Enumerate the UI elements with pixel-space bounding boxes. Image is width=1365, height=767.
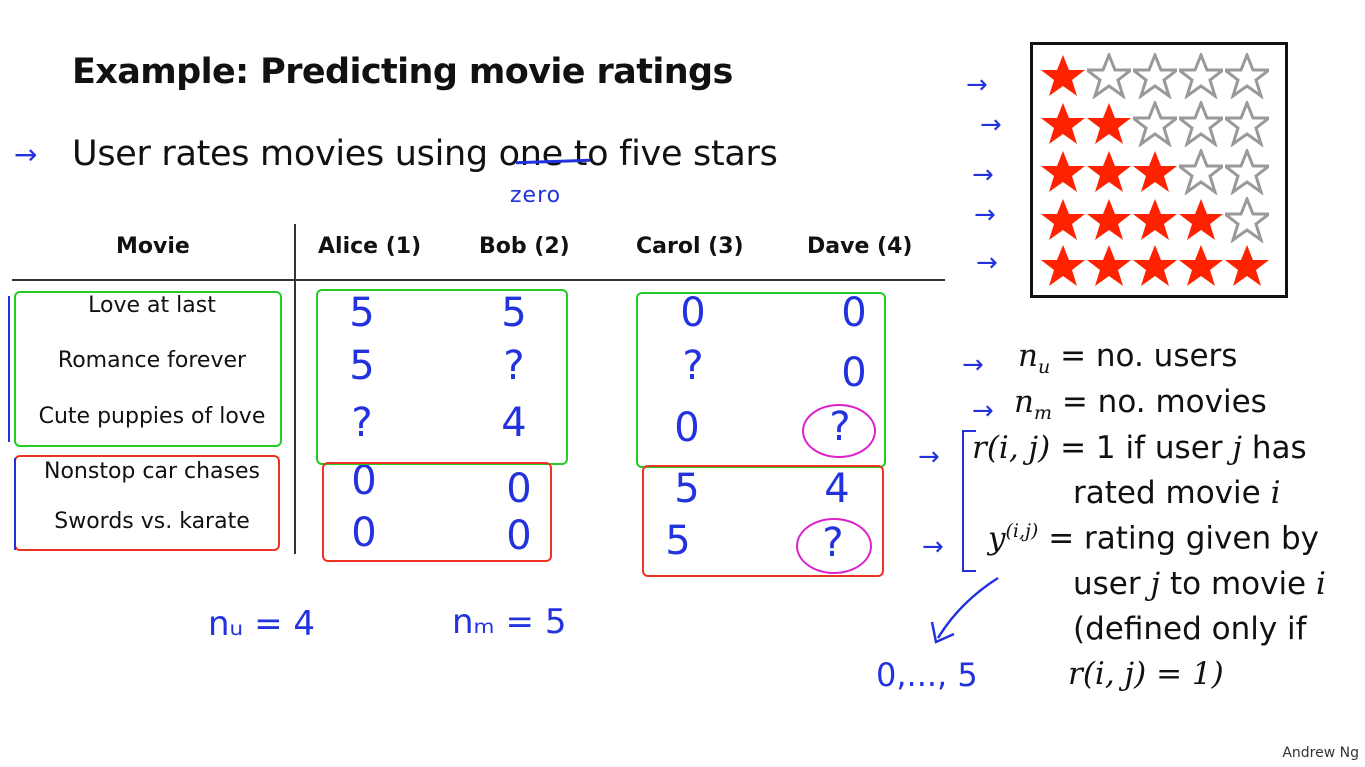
sym-sup-ij: (i,j)	[1005, 520, 1039, 542]
curved-arrow-icon	[930, 576, 999, 644]
star-filled-icon	[1041, 245, 1085, 286]
sym-i: i	[1316, 566, 1326, 602]
star-row	[1041, 149, 1269, 195]
star-outline-icon	[1133, 53, 1177, 99]
arrow-right-icon: →	[966, 70, 988, 100]
def-text: has	[1242, 430, 1307, 466]
star-filled-icon	[1087, 103, 1131, 144]
def-text: rated movie	[1073, 475, 1271, 511]
star-filled-icon	[1041, 151, 1085, 192]
star-outline-icon	[1225, 197, 1269, 243]
def-text: user	[1073, 566, 1151, 602]
star-outline-icon	[1225, 149, 1269, 195]
star-outline-icon	[1225, 101, 1269, 147]
bullet-struck: one	[498, 134, 564, 174]
def-y: y(i,j) = rating given by	[988, 520, 1319, 556]
sym-i: i	[1270, 475, 1281, 511]
arrow-right-icon: →	[922, 532, 944, 562]
header-alice: Alice (1)	[318, 234, 422, 259]
count-movies: nₘ = 5	[452, 602, 567, 642]
sym-j: j	[1150, 566, 1161, 602]
romance-movies-box	[14, 291, 282, 447]
zero-annotation: zero	[510, 183, 562, 208]
def-y-line3: (defined only if	[1073, 611, 1307, 647]
star-filled-icon	[1087, 199, 1131, 240]
author-credit: Andrew Ng	[1282, 745, 1359, 761]
slide-title: Example: Predicting movie ratings	[72, 52, 733, 92]
sym-n: n	[1018, 338, 1038, 374]
star-filled-icon	[1179, 245, 1223, 286]
star-filled-icon	[1133, 199, 1177, 240]
star-filled-icon	[1133, 151, 1177, 192]
header-movie: Movie	[116, 234, 190, 259]
count-users: nᵤ = 4	[208, 604, 316, 644]
star-row	[1041, 243, 1269, 289]
header-bob: Bob (2)	[479, 234, 570, 259]
star-outline-icon	[1133, 101, 1177, 147]
star-outline-icon	[1087, 53, 1131, 99]
star-filled-icon	[1087, 245, 1131, 286]
range-note: 0,..., 5	[876, 656, 978, 694]
bullet-text: User rates movies using one to five star…	[72, 134, 778, 174]
def-text: = no. users	[1050, 338, 1238, 374]
alice-bob-romance-box	[316, 289, 568, 465]
def-text: = 1 if user	[1050, 430, 1233, 466]
arrow-right-icon: →	[976, 248, 998, 278]
unknown-rating-circle	[796, 518, 872, 574]
column-rule	[294, 224, 296, 554]
star-filled-icon	[1179, 199, 1223, 240]
star-outline-icon	[1179, 101, 1223, 147]
romance-bracket	[8, 296, 20, 442]
sym-sub-u: u	[1037, 356, 1051, 379]
def-r-line2: rated movie i	[1073, 475, 1280, 511]
def-num-movies: nm = no. movies	[1014, 384, 1267, 424]
def-y-line4: r(i, j) = 1)	[1068, 656, 1224, 692]
unknown-rating-circle	[802, 404, 876, 458]
star-outline-icon	[1225, 53, 1269, 99]
star-filled-icon	[1041, 55, 1085, 96]
star-filled-icon	[1133, 245, 1177, 286]
sym-y: y	[988, 520, 1006, 557]
sym-r: r(i, j)	[972, 430, 1051, 466]
star-row	[1041, 53, 1269, 99]
def-text: to movie	[1160, 566, 1316, 602]
action-bracket	[14, 458, 26, 550]
sym-n: n	[1014, 384, 1034, 420]
arrow-right-icon: →	[918, 442, 940, 472]
star-scale-panel	[1030, 42, 1288, 298]
star-outline-icon	[1179, 149, 1223, 195]
def-r: r(i, j) = 1 if user j has	[972, 430, 1307, 466]
sym-j: j	[1232, 430, 1242, 466]
star-outline-icon	[1179, 53, 1223, 99]
alice-bob-action-box	[322, 462, 552, 562]
star-row	[1041, 101, 1269, 147]
arrow-right-icon: →	[972, 396, 994, 426]
star-filled-icon	[1087, 151, 1131, 192]
bullet-after: to five stars	[562, 134, 778, 174]
def-y-line2: user j to movie i	[1073, 566, 1326, 602]
arrow-right-icon: →	[14, 138, 38, 171]
def-text: = no. movies	[1052, 384, 1267, 420]
def-text: = rating given by	[1038, 520, 1319, 557]
arrow-right-icon: →	[980, 110, 1002, 140]
def-num-users: nu = no. users	[1018, 338, 1237, 378]
header-rule	[12, 279, 945, 281]
star-filled-icon	[1225, 245, 1269, 286]
header-carol: Carol (3)	[636, 234, 744, 259]
star-row	[1041, 197, 1269, 243]
action-movies-box	[14, 455, 280, 551]
star-filled-icon	[1041, 103, 1085, 144]
bullet-before: User rates movies using	[72, 134, 499, 174]
header-dave: Dave (4)	[807, 234, 913, 259]
sym-sub-m: m	[1033, 402, 1052, 425]
star-filled-icon	[1041, 199, 1085, 240]
arrow-right-icon: →	[972, 160, 994, 190]
arrow-right-icon: →	[974, 200, 996, 230]
arrow-right-icon: →	[962, 350, 984, 380]
